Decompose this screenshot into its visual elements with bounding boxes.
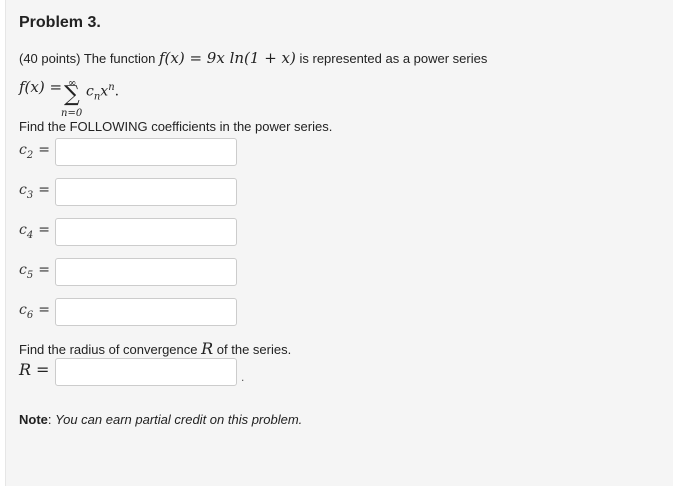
- intro-text: The function: [83, 51, 156, 66]
- series-term: cnxn.: [86, 82, 120, 103]
- coefficient-row-c3: c3 =: [19, 178, 249, 206]
- sigma-symbol: ∑: [64, 82, 80, 107]
- answer-input-c6[interactable]: [55, 298, 237, 326]
- find-radius-instruction: Find the radius of convergence R of the …: [19, 339, 292, 358]
- coefficient-label: c3 =: [19, 182, 50, 201]
- radius-label: R =: [19, 360, 50, 379]
- answer-input-c2[interactable]: [55, 138, 237, 166]
- coefficient-label: c2 =: [19, 142, 50, 161]
- sigma-lower-limit: n=0: [61, 108, 83, 119]
- coefficient-label: c4 =: [19, 222, 50, 241]
- answer-input-c3[interactable]: [55, 178, 237, 206]
- find-coefficients-instruction: Find the FOLLOWING coefficients in the p…: [19, 119, 333, 134]
- points-label: (40 points): [19, 51, 81, 66]
- problem-title: Problem 3.: [19, 14, 101, 31]
- coefficient-label: c5 =: [19, 262, 50, 281]
- coefficient-row-c6: c6 =: [19, 298, 249, 326]
- partial-credit-note: Note: You can earn partial credit on thi…: [19, 412, 303, 427]
- note-label: Note: [19, 412, 48, 427]
- answer-input-radius[interactable]: [55, 358, 237, 386]
- intro-tail: is represented as a power series: [299, 51, 488, 66]
- function-expression: f(x) = 9x ln(1 + x): [158, 49, 296, 67]
- answer-input-c4[interactable]: [55, 218, 237, 246]
- radius-symbol: R: [201, 339, 214, 358]
- coefficient-row-c5: c5 =: [19, 258, 249, 286]
- coefficient-label: c6 =: [19, 302, 50, 321]
- coefficient-row-c4: c4 =: [19, 218, 249, 246]
- coefficient-row-c2: c2 =: [19, 138, 249, 166]
- radius-row: R = .: [19, 358, 249, 386]
- problem-panel: Problem 3. (40 points) The function f(x)…: [5, 0, 673, 486]
- radius-period: .: [241, 370, 245, 384]
- problem-statement: (40 points) The function f(x) = 9x ln(1 …: [19, 49, 487, 67]
- answer-input-c5[interactable]: [55, 258, 237, 286]
- note-text: You can earn partial credit on this prob…: [55, 412, 303, 427]
